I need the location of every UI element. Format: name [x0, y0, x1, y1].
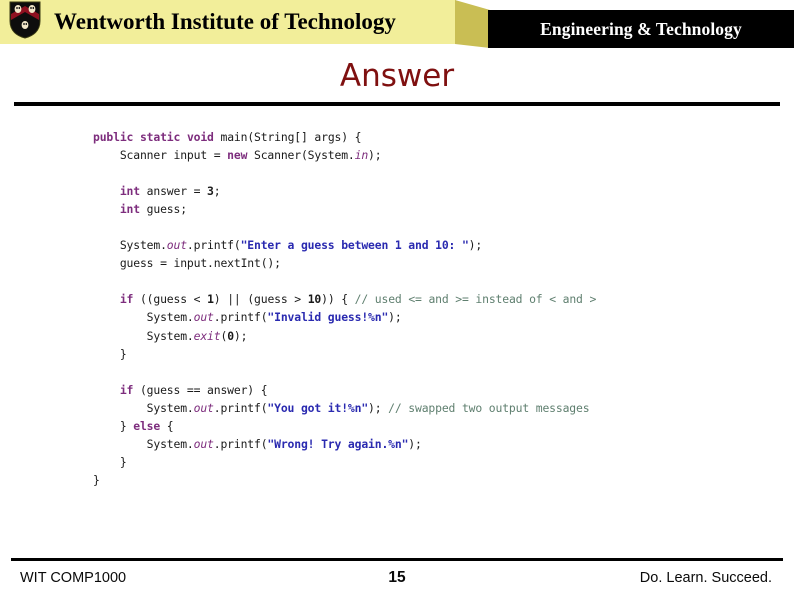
code-token: .printf( — [186, 238, 241, 253]
code-line: } else { — [93, 417, 773, 435]
code-line: Scanner input = new Scanner(System.in); — [93, 146, 773, 164]
code-token: } — [93, 472, 100, 487]
code-token: } — [93, 346, 127, 361]
code-token: .printf( — [213, 310, 268, 325]
code-line: System.out.printf("Enter a guess between… — [93, 236, 773, 254]
code-token: 10 — [307, 292, 322, 307]
code-token: guess = input.nextInt(); — [93, 256, 281, 271]
code-token: public — [93, 130, 134, 144]
code-token: System. — [93, 436, 194, 451]
code-token: in — [354, 148, 369, 163]
code-line: System.out.printf("You got it!%n"); // s… — [93, 399, 773, 417]
code-token: )) { — [321, 292, 355, 307]
code-token: 3 — [207, 184, 214, 199]
code-token: int — [119, 202, 140, 217]
code-token: // swapped two output messages — [388, 400, 590, 415]
code-token: System. — [93, 400, 194, 415]
code-token: Scanner(System. — [247, 148, 355, 163]
code-token: main(String[] args) { — [220, 130, 362, 144]
slide-footer: WIT COMP1000 15 Do. Learn. Succeed. — [0, 566, 794, 592]
code-token: ); — [368, 148, 382, 163]
code-token: "Invalid guess!%n" — [267, 310, 389, 325]
footer-divider — [11, 558, 783, 561]
code-token: ; — [213, 184, 221, 199]
code-token: new — [227, 148, 248, 163]
code-token: "You got it!%n" — [267, 400, 369, 415]
code-token: 1 — [207, 292, 214, 307]
code-token: ); — [408, 436, 422, 451]
code-token: ); — [468, 238, 483, 253]
code-token: System. — [93, 328, 194, 343]
code-token: } — [93, 454, 127, 469]
code-token: ); — [233, 328, 248, 343]
code-token: ); — [368, 400, 389, 415]
code-token: if — [119, 382, 134, 397]
code-line: public static void main(String[] args) { — [93, 128, 773, 146]
code-token: static — [139, 130, 181, 144]
code-token: out — [193, 400, 214, 415]
code-token: out — [193, 436, 214, 451]
wit-shield-crest-icon — [9, 1, 41, 39]
code-token: 0 — [227, 328, 234, 343]
code-token: .printf( — [213, 436, 268, 451]
code-token: out — [193, 310, 214, 325]
code-token: "Enter a guess between 1 and 10: " — [240, 238, 469, 253]
department-banner-label: Engineering & Technology — [540, 19, 742, 39]
page-title: Answer — [339, 58, 455, 94]
code-line: guess = input.nextInt(); — [93, 254, 773, 272]
code-token: answer = — [139, 184, 208, 199]
code-token: System. — [93, 310, 194, 325]
code-token: ) || (guess > — [213, 292, 308, 307]
code-token: "Wrong! Try again.%n" — [267, 436, 409, 451]
code-token: Scanner input = — [93, 148, 228, 163]
code-token: int — [119, 184, 140, 199]
code-token: // used <= and >= instead of < and > — [354, 292, 597, 307]
header-gold-wedge — [455, 0, 490, 48]
code-token: .printf( — [213, 400, 268, 415]
code-line: System.out.printf("Wrong! Try again.%n")… — [93, 435, 773, 453]
code-line: } — [93, 345, 773, 363]
code-token: else — [133, 418, 161, 433]
code-token: (guess == answer) { — [133, 382, 268, 397]
code-line: System.out.printf("Invalid guess!%n"); — [93, 308, 773, 326]
code-token: exit — [193, 328, 221, 343]
code-token: System. — [93, 238, 167, 253]
code-token: { — [160, 418, 174, 433]
code-line: int answer = 3; — [93, 182, 773, 200]
code-token: out — [166, 238, 187, 253]
code-line: } — [93, 471, 773, 489]
footer-tagline: Do. Learn. Succeed. — [639, 570, 772, 586]
code-line: if (guess == answer) { — [93, 381, 773, 399]
title-divider — [14, 102, 780, 106]
code-line: if ((guess < 1) || (guess > 10)) { // us… — [93, 290, 773, 308]
code-token: ((guess < — [133, 292, 208, 307]
code-token: guess; — [139, 202, 187, 217]
java-code-listing: public static void main(String[] args) {… — [93, 128, 773, 489]
code-token: void — [186, 130, 214, 144]
code-token: ); — [388, 310, 402, 325]
slide-header: Wentworth Institute of Technology Engine… — [0, 0, 794, 56]
department-banner: Engineering & Technology — [488, 10, 794, 48]
code-line: int guess; — [93, 200, 773, 218]
code-token: if — [119, 292, 134, 307]
code-line: } — [93, 453, 773, 471]
code-line: System.exit(0); — [93, 327, 773, 345]
code-token: } — [93, 418, 134, 433]
institution-title: Wentworth Institute of Technology — [54, 9, 396, 34]
